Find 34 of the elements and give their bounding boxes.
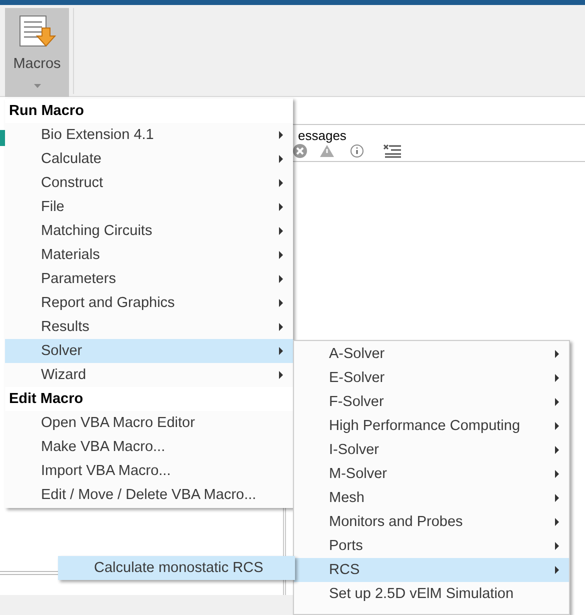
menu-item[interactable]: Report and Graphics [5, 291, 293, 315]
menu-item[interactable]: Materials [5, 243, 293, 267]
menu-item[interactable]: File [5, 195, 293, 219]
menu-item[interactable]: Ports [294, 534, 569, 558]
menu-item[interactable]: M-Solver [294, 462, 569, 486]
menu-item[interactable]: Monitors and Probes [294, 510, 569, 534]
clear-list-icon[interactable] [383, 144, 401, 158]
error-icon[interactable] [291, 142, 309, 160]
menu-section-header: Run Macro [5, 99, 293, 123]
menu-item[interactable]: Calculate monostatic RCS [58, 556, 295, 580]
menu-item[interactable]: Import VBA Macro... [5, 459, 293, 483]
menu-item[interactable]: Bio Extension 4.1 [5, 123, 293, 147]
panel-title: essages [298, 127, 346, 145]
menu-item[interactable]: Results [5, 315, 293, 339]
menu-item[interactable]: Calculate [5, 147, 293, 171]
menu-item[interactable]: RCS [294, 558, 569, 582]
menu-item[interactable]: Parameters [5, 267, 293, 291]
menu-item[interactable]: Matching Circuits [5, 219, 293, 243]
menu-item[interactable]: Solver [5, 339, 293, 363]
menu-item[interactable]: Mesh [294, 486, 569, 510]
menu-item[interactable]: Construct [5, 171, 293, 195]
menu-item[interactable]: Edit / Move / Delete VBA Macro... [5, 483, 293, 507]
menu-item[interactable]: I-Solver [294, 438, 569, 462]
menu-item[interactable]: Set up 2.5D vElM Simulation [294, 582, 569, 606]
menu-item[interactable]: E-Solver [294, 366, 569, 390]
menu-section-header: Edit Macro [5, 387, 293, 411]
menu-item[interactable]: A-Solver [294, 342, 569, 366]
menu-item[interactable]: Open VBA Macro Editor [5, 411, 293, 435]
menu-item[interactable]: F-Solver [294, 390, 569, 414]
menu-item[interactable]: High Performance Computing [294, 414, 569, 438]
menu-item[interactable]: Make VBA Macro... [5, 435, 293, 459]
macros-button[interactable]: Macros [5, 8, 69, 97]
menu-item[interactable]: Wizard [5, 363, 293, 387]
dropdown-caret-icon [34, 84, 40, 88]
